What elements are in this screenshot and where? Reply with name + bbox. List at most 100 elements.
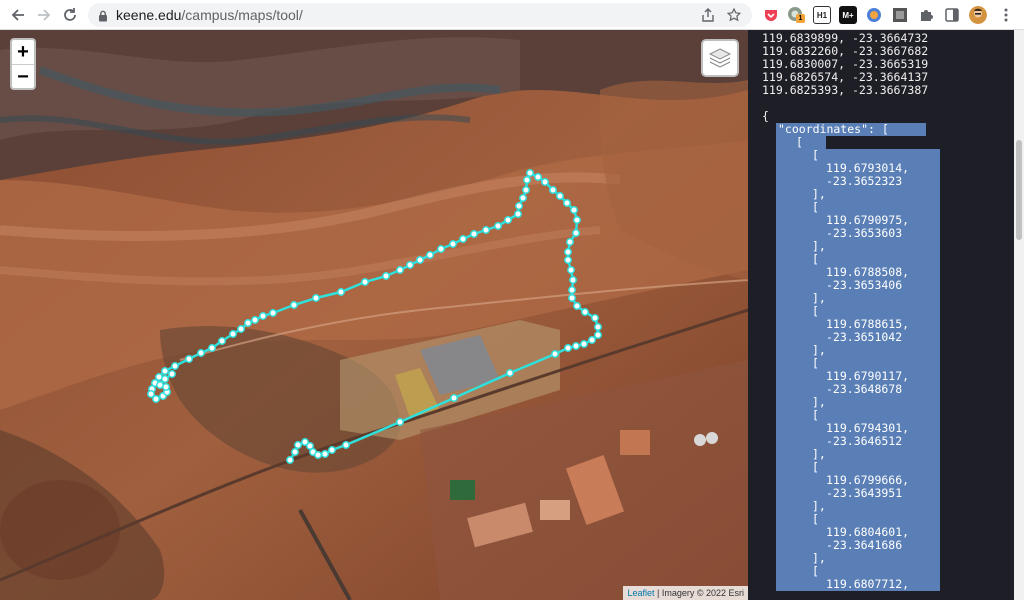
track-vertex[interactable] [161, 375, 169, 383]
track-vertex[interactable] [594, 323, 602, 331]
track-vertex[interactable] [551, 350, 559, 358]
track-vertex[interactable] [416, 256, 424, 264]
track-vertex[interactable] [161, 367, 169, 375]
track-vertex[interactable] [504, 216, 512, 224]
track-vertex[interactable] [519, 194, 527, 202]
gps-track[interactable] [0, 30, 748, 600]
back-arrow-icon[interactable] [8, 5, 28, 25]
track-vertex[interactable] [506, 369, 514, 377]
track-vertex[interactable] [515, 202, 523, 210]
h1-extension-icon[interactable]: H1 [813, 6, 831, 24]
profile-extension-icon[interactable]: 1 [787, 6, 805, 24]
track-vertex[interactable] [269, 309, 277, 317]
track-vertex[interactable] [185, 355, 193, 363]
track-vertex[interactable] [251, 316, 259, 324]
avatar[interactable] [969, 6, 987, 24]
track-vertex[interactable] [396, 266, 404, 274]
track-vertex[interactable] [568, 286, 576, 294]
track-vertex[interactable] [229, 330, 237, 338]
track-vertex[interactable] [286, 456, 294, 464]
satellite-map[interactable]: + − Leaflet | Imagery © 2022 Esri [0, 30, 748, 600]
track-vertex[interactable] [573, 302, 581, 310]
track-vertex[interactable] [526, 169, 534, 177]
track-vertex[interactable] [396, 418, 404, 426]
track-vertex[interactable] [588, 336, 596, 344]
color-extension-icon[interactable] [865, 6, 883, 24]
track-vertex[interactable] [218, 337, 226, 345]
track-vertex[interactable] [566, 238, 574, 246]
puzzle-extensions-icon[interactable] [917, 6, 935, 24]
track-vertex[interactable] [581, 308, 589, 316]
more-menu-icon[interactable] [997, 6, 1015, 24]
track-vertex[interactable] [564, 256, 572, 264]
track-line[interactable] [149, 171, 600, 461]
track-vertex[interactable] [591, 314, 599, 322]
track-vertex[interactable] [406, 261, 414, 269]
layers-button[interactable] [701, 39, 739, 77]
track-vertex[interactable] [594, 331, 602, 339]
track-vertex[interactable] [563, 199, 571, 207]
track-vertex[interactable] [291, 448, 299, 456]
zoom-out-button[interactable]: − [12, 65, 34, 88]
track-vertex[interactable] [514, 210, 522, 218]
track-vertex[interactable] [168, 370, 176, 378]
track-vertex[interactable] [523, 176, 531, 184]
track-vertex[interactable] [342, 441, 350, 449]
track-vertex[interactable] [522, 186, 530, 194]
track-vertex[interactable] [197, 349, 205, 357]
track-vertex[interactable] [573, 216, 581, 224]
track-vertex[interactable] [290, 301, 298, 309]
mplus-extension-icon[interactable]: M+ [839, 6, 857, 24]
track-vertex[interactable] [237, 325, 245, 333]
track-vertex[interactable] [549, 186, 557, 194]
track-vertex[interactable] [470, 230, 478, 238]
track-vertex[interactable] [361, 278, 369, 286]
track-vertex[interactable] [152, 395, 160, 403]
track-vertex[interactable] [382, 272, 390, 280]
track-vertex[interactable] [572, 229, 580, 237]
scrollbar-thumb[interactable] [1016, 140, 1022, 240]
track-vertex[interactable] [437, 245, 445, 253]
track-vertex[interactable] [569, 276, 577, 284]
track-vertex[interactable] [259, 312, 267, 320]
track-vertex[interactable] [314, 451, 322, 459]
track-vertex[interactable] [328, 446, 336, 454]
track-vertex[interactable] [337, 288, 345, 296]
track-vertex[interactable] [482, 226, 490, 234]
track-vertex[interactable] [541, 178, 549, 186]
grid-extension-icon[interactable] [891, 6, 909, 24]
lock-icon[interactable] [98, 9, 108, 27]
track-vertex[interactable] [567, 266, 575, 274]
track-vertex[interactable] [244, 319, 252, 327]
track-vertex[interactable] [494, 222, 502, 230]
track-vertex[interactable] [564, 344, 572, 352]
track-vertex[interactable] [572, 342, 580, 350]
track-vertex[interactable] [208, 344, 216, 352]
leaflet-link[interactable]: Leaflet [627, 588, 654, 598]
track-vertex[interactable] [568, 294, 576, 302]
forward-arrow-icon[interactable] [34, 5, 54, 25]
track-vertex[interactable] [312, 294, 320, 302]
track-vertex[interactable] [556, 192, 564, 200]
geojson-output-panel[interactable]: 119.6839899, -23.3664732 119.6832260, -23… [748, 30, 1024, 600]
track-vertex[interactable] [321, 450, 329, 458]
zoom-in-button[interactable]: + [12, 40, 34, 65]
track-vertex[interactable] [294, 441, 302, 449]
code-panel-scrollbar[interactable] [1014, 30, 1024, 600]
track-vertex[interactable] [449, 240, 457, 248]
address-bar[interactable]: keene.edu/campus/maps/tool/ [88, 3, 752, 27]
track-vertex[interactable] [426, 251, 434, 259]
pocket-extension-icon[interactable] [762, 6, 780, 24]
track-vertex[interactable] [459, 235, 467, 243]
track-vertex[interactable] [156, 381, 164, 389]
track-vertex[interactable] [564, 248, 572, 256]
track-vertex[interactable] [570, 206, 578, 214]
track-vertex[interactable] [171, 362, 179, 370]
reload-icon[interactable] [60, 5, 80, 25]
track-vertex[interactable] [534, 173, 542, 181]
track-vertex[interactable] [450, 394, 458, 402]
share-icon[interactable] [700, 7, 716, 23]
side-panel-icon[interactable] [943, 6, 961, 24]
bookmark-star-icon[interactable] [726, 7, 742, 23]
track-vertex[interactable] [580, 340, 588, 348]
